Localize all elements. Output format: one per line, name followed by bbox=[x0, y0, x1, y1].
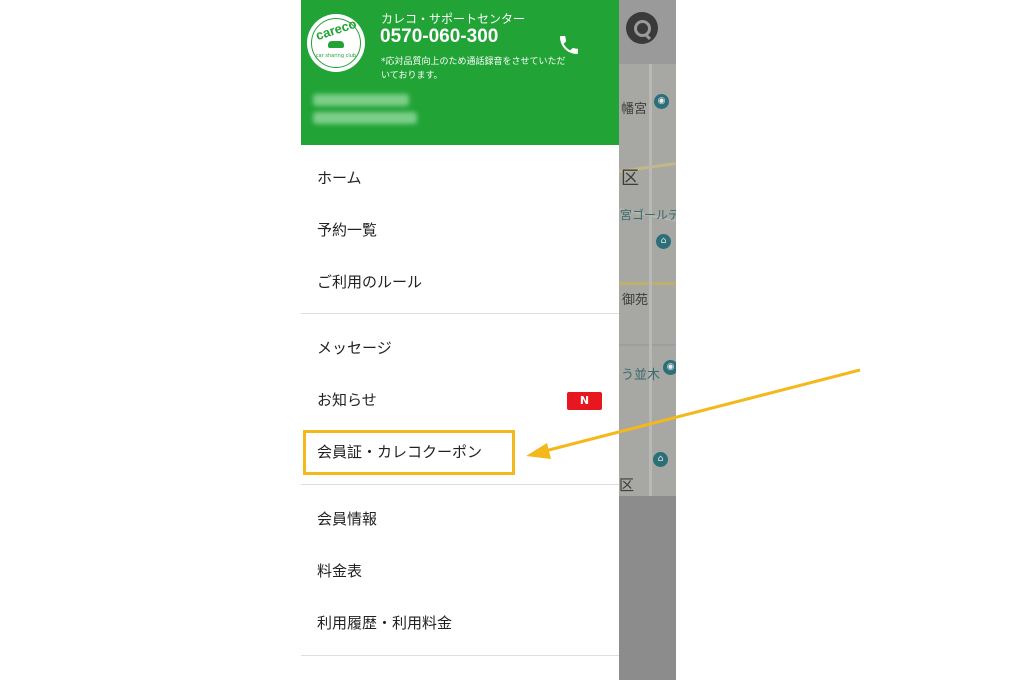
arrow-head bbox=[526, 443, 551, 459]
arrow-line bbox=[544, 368, 861, 453]
arrow-annotation bbox=[526, 368, 861, 459]
